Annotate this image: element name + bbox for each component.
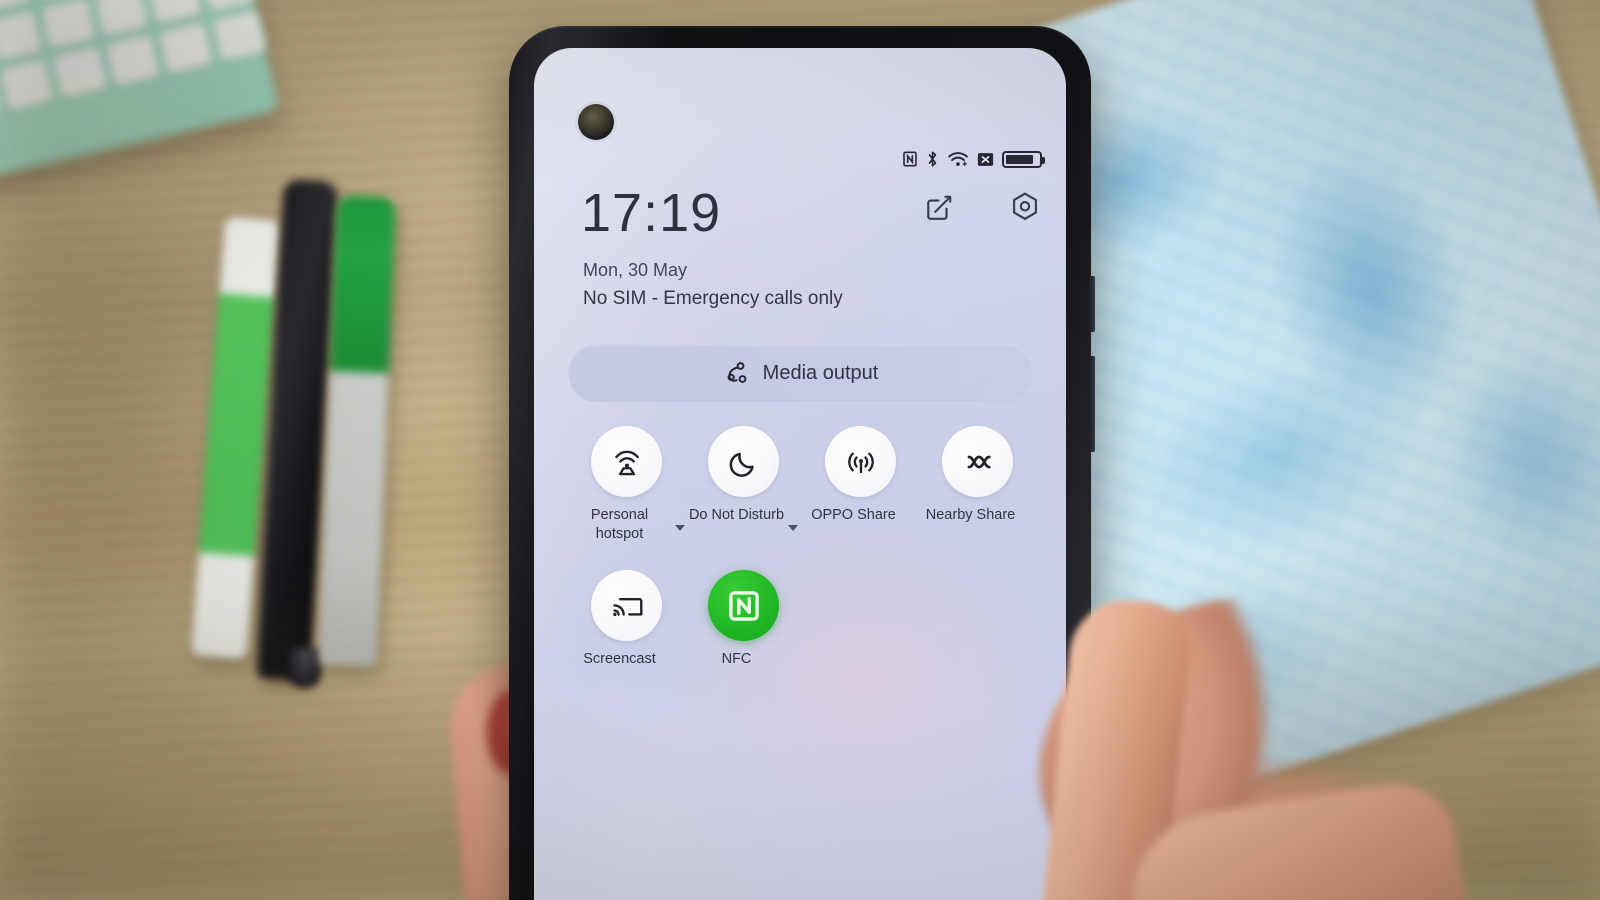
wifi-icon bbox=[948, 152, 968, 166]
settings-button[interactable] bbox=[1008, 190, 1042, 224]
tile-icon-wrap bbox=[942, 426, 1013, 497]
tile-icon-wrap bbox=[708, 426, 779, 497]
status-bar bbox=[902, 148, 1045, 170]
chevron-down-icon[interactable] bbox=[788, 525, 799, 531]
chevron-down-icon[interactable] bbox=[675, 525, 685, 531]
battery-fill bbox=[1006, 154, 1033, 164]
phone-screen: 17:19 Mon, 30 May No SIM - Emergency cal… bbox=[534, 48, 1066, 900]
media-output-bar[interactable]: Media output bbox=[568, 344, 1034, 402]
tile-label-row: Personal hotspot bbox=[568, 506, 685, 544]
tile-label-row: Do Not Disturb bbox=[685, 506, 802, 531]
bluetooth-icon bbox=[928, 151, 937, 167]
carrier-status-label: No SIM - Emergency calls only bbox=[583, 288, 843, 309]
clock-time: 17:19 bbox=[581, 183, 722, 243]
media-output-label: Media output bbox=[762, 361, 879, 384]
tile-label: Do Not Disturb bbox=[688, 507, 785, 523]
tile-label: OPPO Share bbox=[811, 507, 896, 523]
tile-icon-wrap bbox=[591, 570, 662, 642]
oppo-share-icon bbox=[847, 452, 874, 473]
smartphone: 17:19 Mon, 30 May No SIM - Emergency cal… bbox=[509, 26, 1095, 900]
tile-nearby-share[interactable]: Nearby Share bbox=[919, 426, 1036, 544]
tile-do-not-disturb[interactable]: Do Not Disturb bbox=[685, 426, 802, 544]
tile-label-row: OPPO Share bbox=[802, 506, 919, 531]
tile-label-row: Screencast bbox=[568, 650, 685, 675]
nfc-icon bbox=[903, 151, 917, 167]
date-label: Mon, 30 May bbox=[583, 260, 688, 280]
cast-icon bbox=[612, 597, 642, 616]
tile-nfc[interactable]: NFC bbox=[685, 570, 802, 675]
no-sim-icon bbox=[977, 152, 994, 166]
tile-oppo-share[interactable]: OPPO Share bbox=[802, 426, 919, 544]
tile-label-row: NFC bbox=[685, 650, 802, 675]
power-button[interactable] bbox=[1089, 356, 1095, 452]
volume-button[interactable] bbox=[1089, 276, 1095, 332]
gear-icon bbox=[1013, 192, 1037, 221]
tile-label: NFC bbox=[721, 651, 752, 668]
tile-icon-wrap bbox=[708, 570, 779, 642]
tile-screencast[interactable]: Screencast bbox=[568, 570, 685, 675]
tile-label: Personal hotspot bbox=[590, 507, 649, 543]
tile-icon-wrap bbox=[591, 426, 662, 497]
tile-label-row: Nearby Share bbox=[919, 506, 1036, 531]
battery-icon bbox=[1002, 150, 1045, 168]
moon-icon bbox=[729, 452, 754, 477]
tile-label: Nearby Share bbox=[925, 507, 1016, 523]
nearby-share-icon bbox=[967, 455, 991, 468]
front-camera-punchhole bbox=[578, 104, 614, 140]
media-output-icon bbox=[727, 362, 747, 383]
header-actions bbox=[922, 190, 1042, 224]
hotspot-icon bbox=[614, 450, 639, 475]
tile-icon-wrap bbox=[825, 426, 896, 497]
quick-settings-grid: Personal hotspot Do Not Disturb OPPO Sha… bbox=[568, 426, 1036, 675]
tile-personal-hotspot[interactable]: Personal hotspot bbox=[568, 426, 685, 544]
tile-label: Screencast bbox=[583, 651, 656, 668]
nfc-tile-icon bbox=[728, 590, 759, 621]
photo-scene: 17:19 Mon, 30 May No SIM - Emergency cal… bbox=[0, 0, 1600, 900]
edit-tiles-button[interactable] bbox=[922, 190, 956, 224]
edit-icon bbox=[927, 195, 952, 220]
